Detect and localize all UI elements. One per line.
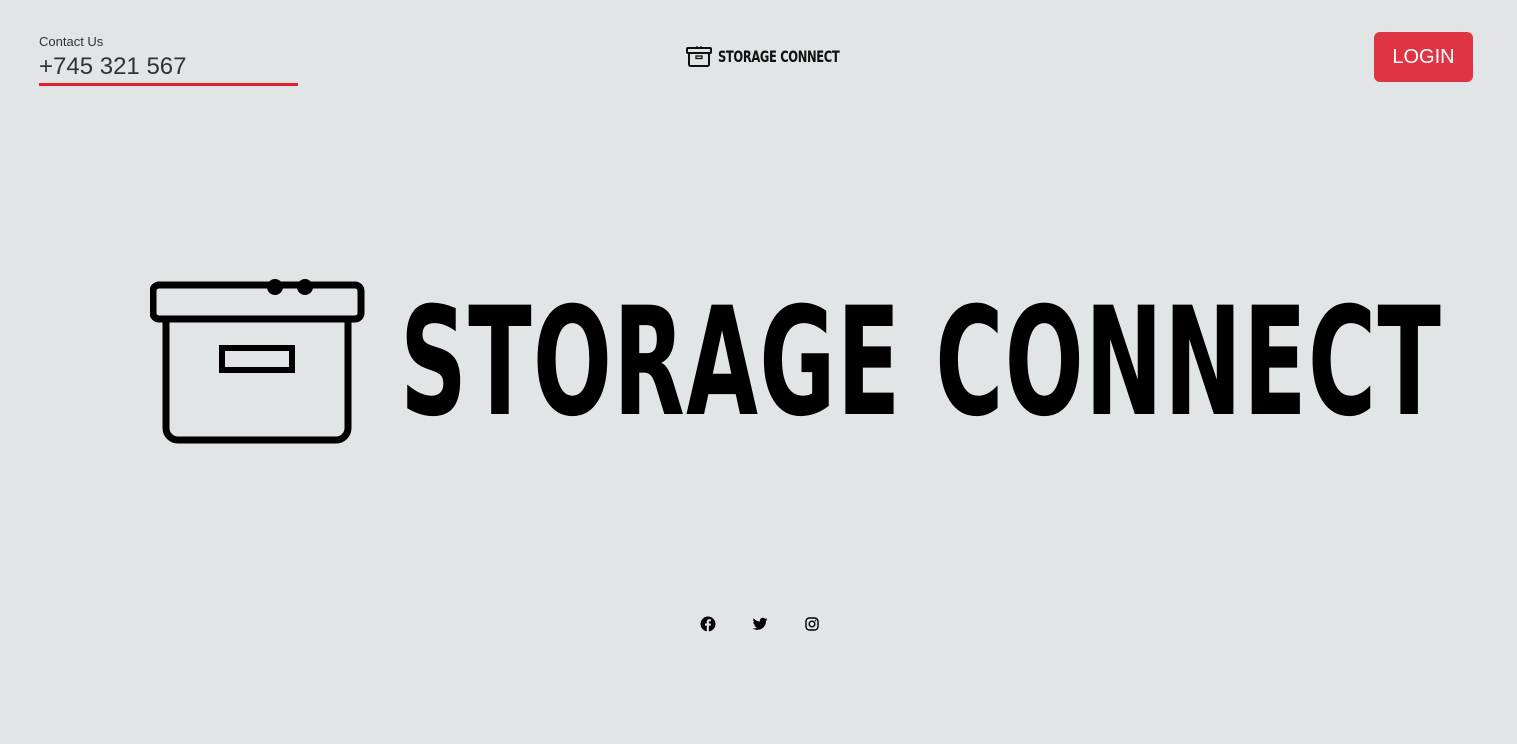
header-logo[interactable]: STORAGE CONNECT: [686, 45, 887, 67]
contact-phone[interactable]: +745 321 567: [39, 52, 298, 82]
hero-logo: STORAGE CONNECT: [150, 278, 1441, 446]
contact-underline: [39, 83, 298, 86]
hero-logo-text: STORAGE CONNECT: [400, 276, 1443, 450]
twitter-icon: [752, 617, 768, 630]
login-button[interactable]: LOGIN: [1374, 32, 1473, 82]
header-logo-text: STORAGE CONNECT: [718, 46, 840, 66]
contact-block: Contact Us +745 321 567: [39, 34, 298, 86]
twitter-link[interactable]: [752, 616, 768, 632]
storage-box-icon: [150, 279, 365, 444]
instagram-icon: [805, 617, 819, 631]
instagram-link[interactable]: [804, 616, 820, 632]
facebook-link[interactable]: [700, 616, 716, 632]
contact-label: Contact Us: [39, 34, 104, 49]
social-links: [700, 616, 820, 632]
facebook-icon: [700, 616, 716, 632]
storage-box-icon: [686, 46, 712, 67]
